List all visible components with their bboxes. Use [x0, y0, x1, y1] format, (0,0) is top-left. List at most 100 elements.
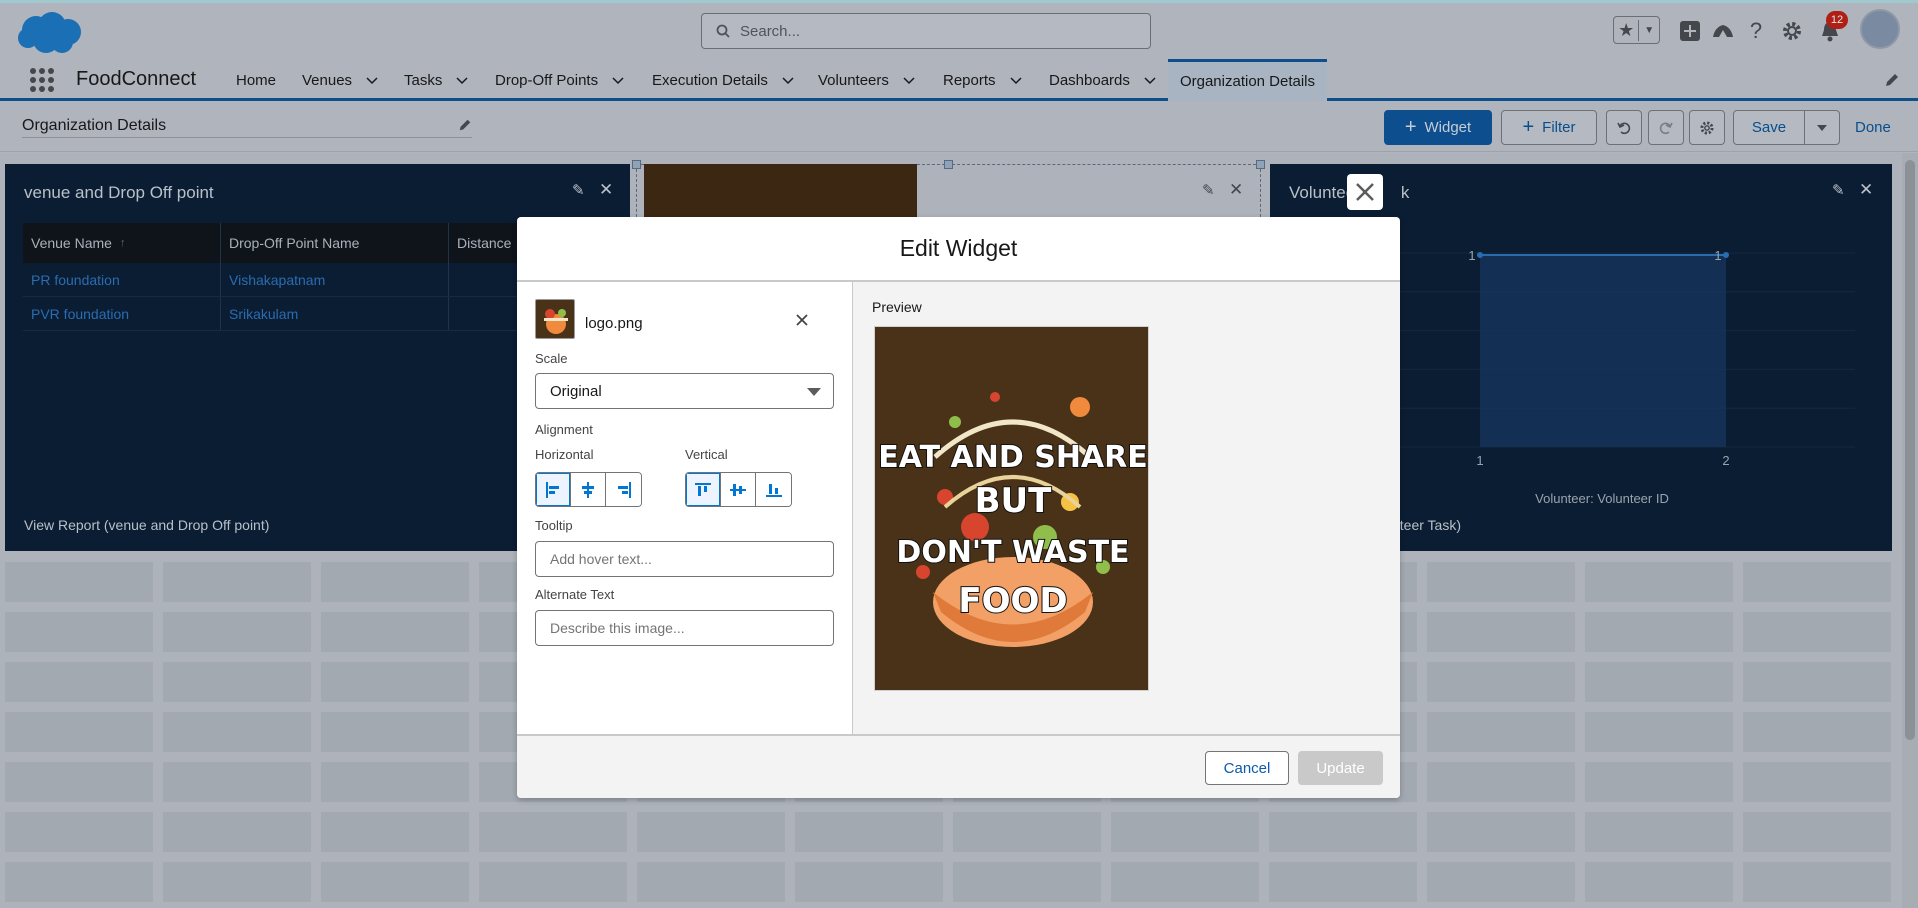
search-placeholder: Search...: [740, 22, 801, 40]
app-launcher-icon[interactable]: [30, 68, 54, 92]
resize-handle[interactable]: [1256, 160, 1265, 169]
align-middle-button[interactable]: [721, 473, 756, 506]
close-icon[interactable]: ✕: [1859, 180, 1873, 200]
dashboard-title[interactable]: Organization Details: [22, 117, 472, 138]
file-name: logo.png: [585, 315, 643, 332]
modal-close-button[interactable]: [1347, 174, 1383, 210]
redo-button[interactable]: [1648, 110, 1684, 145]
pencil-icon[interactable]: ✎: [1832, 181, 1845, 199]
alternate-text-input[interactable]: Describe this image...: [535, 610, 834, 646]
avatar[interactable]: [1860, 9, 1900, 49]
data-label: 1: [1714, 248, 1721, 263]
poster-text-line: EAT AND SHARE: [878, 440, 1148, 475]
nav-item-volunteers[interactable]: Volunteers: [818, 59, 915, 101]
nav-item-home[interactable]: Home: [236, 59, 276, 101]
data-point[interactable]: [1477, 252, 1483, 258]
grid-cell: [1427, 612, 1575, 652]
sort-up-icon[interactable]: ↑: [120, 237, 126, 249]
column-header[interactable]: Venue Name ↑: [23, 223, 221, 263]
preview-image: EAT AND SHARE BUT DON'T WASTE FOOD: [874, 326, 1149, 691]
grid-cell: [321, 612, 469, 652]
search-input[interactable]: Search...: [701, 13, 1151, 49]
gear-icon[interactable]: [1780, 17, 1804, 45]
add-widget-button[interactable]: + Widget: [1384, 110, 1492, 145]
table-cell[interactable]: Vishakapatnam: [221, 263, 449, 296]
trailhead-icon[interactable]: [1710, 17, 1736, 45]
nav-item-execution-details[interactable]: Execution Details: [652, 59, 794, 101]
chart-marks: 1 1 1 2: [1468, 248, 1729, 468]
table-cell[interactable]: Srikakulam: [221, 297, 449, 330]
chevron-down-icon[interactable]: [903, 74, 915, 86]
grid-cell: [5, 712, 153, 752]
align-middle-icon: [730, 483, 746, 496]
nav-item-venues[interactable]: Venues: [302, 59, 378, 101]
align-center-button[interactable]: [571, 473, 606, 506]
align-top-button[interactable]: [686, 473, 721, 506]
salesforce-logo-icon[interactable]: [16, 10, 84, 54]
close-icon[interactable]: ✕: [599, 180, 613, 200]
undo-button[interactable]: [1606, 110, 1642, 145]
pencil-icon[interactable]: [458, 118, 472, 132]
chevron-down-icon: [807, 388, 821, 396]
nav-label: Drop-Off Points: [495, 71, 599, 89]
data-point[interactable]: [1723, 252, 1729, 258]
area-series: [1480, 255, 1726, 447]
grid-cell: [637, 812, 785, 852]
grid-cell: [953, 862, 1101, 902]
cancel-button[interactable]: Cancel: [1205, 751, 1289, 785]
table-cell[interactable]: PR foundation: [23, 263, 221, 296]
close-icon[interactable]: ✕: [1229, 180, 1243, 200]
scale-select[interactable]: Original: [535, 373, 834, 409]
grid-cell: [1585, 562, 1733, 602]
nav-item-tasks[interactable]: Tasks: [404, 59, 468, 101]
scrollbar-thumb[interactable]: [1905, 160, 1915, 740]
pencil-icon[interactable]: [1884, 72, 1900, 88]
vertical-label: Vertical: [685, 447, 728, 462]
modal-header: Edit Widget: [517, 217, 1400, 282]
nav-item-drop-off-points[interactable]: Drop-Off Points: [495, 59, 624, 101]
save-button[interactable]: Save: [1733, 110, 1805, 145]
save-menu-button[interactable]: [1804, 110, 1840, 145]
update-button[interactable]: Update: [1298, 751, 1383, 785]
resize-handle[interactable]: [632, 160, 641, 169]
view-report-link[interactable]: View Report (venue and Drop Off point): [24, 517, 269, 533]
tooltip-placeholder: Add hover text...: [550, 551, 652, 567]
done-button[interactable]: Done: [1855, 110, 1891, 145]
column-header[interactable]: Drop-Off Point Name: [221, 223, 449, 263]
grid-cell: [1427, 762, 1575, 802]
align-left-button[interactable]: [536, 473, 571, 506]
chevron-down-icon[interactable]: [1010, 74, 1022, 86]
pencil-icon[interactable]: ✎: [1202, 181, 1215, 199]
grid-cell: [5, 562, 153, 602]
widget-settings-panel: logo.png Scale Original Alignment Horizo…: [517, 282, 853, 734]
grid-cell: [321, 862, 469, 902]
column-label: Distance: [457, 235, 512, 251]
favorites-button-group[interactable]: ★ ▼: [1613, 16, 1660, 44]
chevron-down-icon[interactable]: [782, 74, 794, 86]
align-right-icon: [617, 481, 631, 498]
help-icon[interactable]: ?: [1744, 17, 1768, 45]
align-bottom-icon: [765, 483, 782, 497]
dashboard-settings-button[interactable]: [1689, 110, 1725, 145]
tooltip-input[interactable]: Add hover text...: [535, 541, 834, 577]
chevron-down-icon[interactable]: [456, 74, 468, 86]
nav-label: Volunteers: [818, 71, 889, 89]
align-right-button[interactable]: [606, 473, 641, 506]
grid-cell: [1585, 812, 1733, 852]
nav-item-organization-details[interactable]: Organization Details: [1168, 59, 1327, 101]
add-filter-button[interactable]: + Filter: [1501, 110, 1597, 145]
grid-cell: [1427, 562, 1575, 602]
pencil-icon[interactable]: ✎: [572, 181, 585, 199]
remove-file-button[interactable]: [795, 311, 809, 332]
nav-item-reports[interactable]: Reports: [943, 59, 1022, 101]
chevron-down-icon[interactable]: [612, 74, 624, 86]
nav-item-dashboards[interactable]: Dashboards: [1049, 59, 1156, 101]
table-cell[interactable]: PVR foundation: [23, 297, 221, 330]
add-icon[interactable]: [1677, 17, 1703, 45]
align-bottom-button[interactable]: [756, 473, 791, 506]
chevron-down-icon[interactable]: [1144, 74, 1156, 86]
chevron-down-icon[interactable]: [366, 74, 378, 86]
star-icon[interactable]: ★: [1614, 19, 1640, 41]
resize-handle[interactable]: [944, 160, 953, 169]
chevron-down-icon[interactable]: ▼: [1639, 25, 1659, 36]
